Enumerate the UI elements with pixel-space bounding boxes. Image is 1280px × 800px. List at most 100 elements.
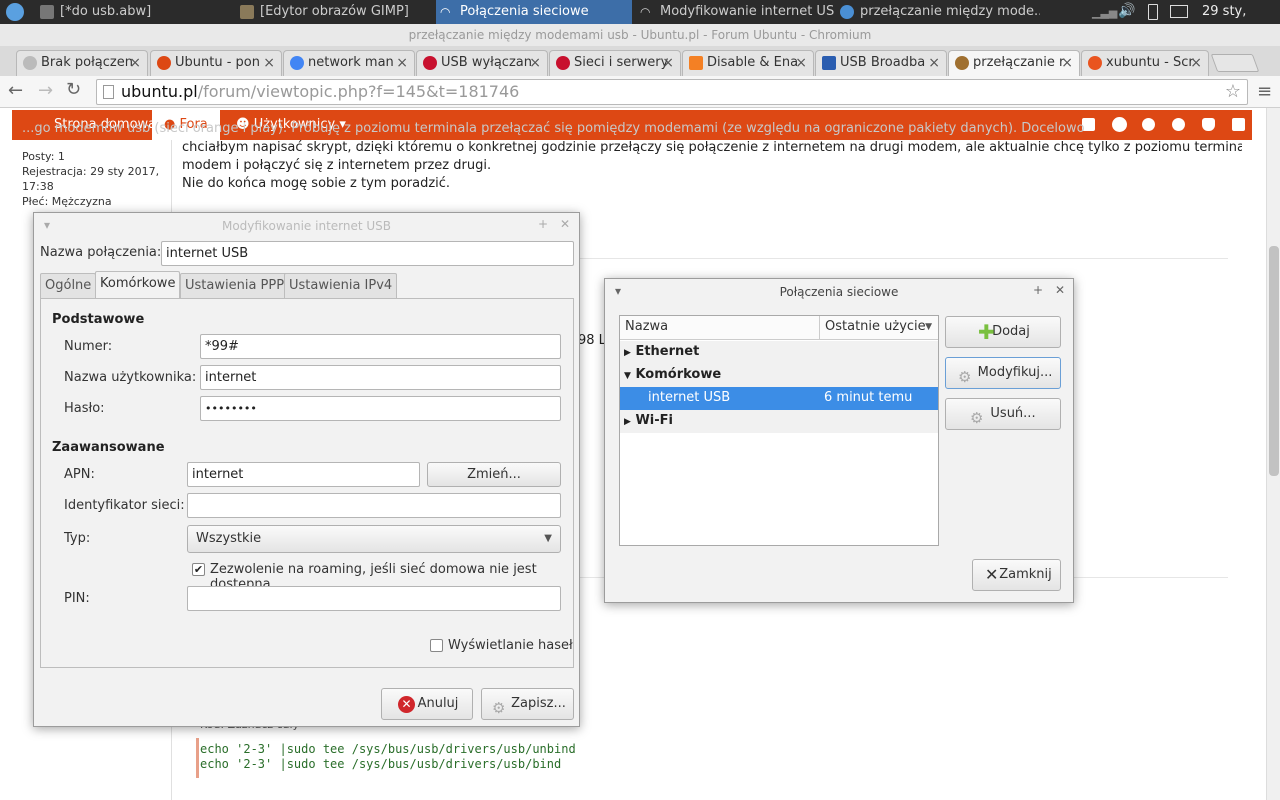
- network-id-input[interactable]: [187, 493, 561, 518]
- wrench-icon: ⚙: [492, 699, 506, 717]
- address-bar[interactable]: ubuntu.pl/forum/viewtopic.php?f=145&t=18…: [96, 79, 1248, 105]
- tab-ppp[interactable]: Ustawienia PPP: [180, 273, 290, 299]
- password-label: Hasło:: [64, 401, 105, 416]
- dialog-title: Modyfikowanie internet USB: [221, 219, 392, 233]
- forum-icon: [955, 56, 969, 70]
- wrench-icon: ⚙: [958, 368, 972, 386]
- close-icon[interactable]: ×: [529, 51, 541, 75]
- tab-8-active[interactable]: przełączanie r ×: [948, 50, 1080, 76]
- pin-input[interactable]: [187, 586, 561, 611]
- close-x-icon: ✕: [985, 565, 999, 584]
- connection-name: internet USB: [648, 390, 731, 405]
- battery-icon[interactable]: [1148, 4, 1158, 20]
- change-apn-button[interactable]: Zmień...: [427, 462, 561, 487]
- menu-icon[interactable]: ≡: [1257, 81, 1272, 102]
- edit-button[interactable]: ⚙ Modyfikuj...: [945, 357, 1061, 389]
- close-icon[interactable]: ×: [1190, 51, 1202, 75]
- page-scrollbar[interactable]: [1266, 108, 1280, 800]
- expand-right-icon: ▶: [624, 417, 631, 427]
- username-input[interactable]: internet: [200, 365, 561, 390]
- tab-ipv4[interactable]: Ustawienia IPv4: [284, 273, 398, 299]
- task-chromium[interactable]: przełączanie między mode...: [836, 0, 1040, 24]
- save-button[interactable]: ⚙ Zapisz...: [481, 688, 574, 720]
- task-abiword[interactable]: [*do usb.abw]: [36, 0, 232, 24]
- delete-button[interactable]: ⚙ Usuń...: [945, 398, 1061, 430]
- apn-label: APN:: [64, 467, 95, 482]
- post-text-line-0: ...go modemów usb (sieci orange i play).…: [22, 121, 1085, 136]
- window-menu-icon[interactable]: ▾: [615, 284, 621, 298]
- close-icon[interactable]: ×: [396, 51, 408, 75]
- number-label: Numer:: [64, 339, 113, 354]
- chromium-icon: [840, 5, 854, 19]
- task-gimp[interactable]: [Edytor obrazów GIMP]: [236, 0, 432, 24]
- xfce-menu-icon[interactable]: [6, 3, 24, 21]
- close-icon[interactable]: ×: [1061, 51, 1073, 75]
- tab-1[interactable]: Brak połączen ×: [16, 50, 148, 76]
- tab-2[interactable]: Ubuntu - pon ×: [150, 50, 282, 76]
- stick-icon[interactable]: +: [1033, 283, 1043, 297]
- close-icon[interactable]: ×: [662, 51, 674, 75]
- new-tab-button[interactable]: [1210, 54, 1260, 72]
- forward-arrow-icon[interactable]: →: [38, 80, 53, 101]
- tab-general[interactable]: Ogólne: [40, 273, 97, 299]
- close-icon[interactable]: ×: [263, 51, 275, 75]
- group-mobile[interactable]: ▼ Komórkowe: [620, 364, 938, 387]
- add-button[interactable]: ✚ Dodaj: [945, 316, 1061, 348]
- url-path: /forum/viewtopic.php?f=145&t=181746: [197, 82, 520, 101]
- sort-down-icon: ▼: [925, 322, 932, 332]
- show-passwords-checkbox[interactable]: [430, 639, 443, 652]
- roaming-checkbox[interactable]: ✔: [192, 563, 205, 576]
- pin-label: PIN:: [64, 591, 90, 606]
- connections-list[interactable]: Nazwa Ostatnie użycie ▼ ▶ Ethernet ▼ Komó…: [619, 315, 939, 546]
- tab-4[interactable]: USB wyłączan ×: [416, 50, 548, 76]
- cancel-button[interactable]: ✕ Anuluj: [381, 688, 473, 720]
- type-select[interactable]: Wszystkie ▼: [187, 525, 561, 553]
- document-icon: [40, 5, 54, 19]
- apn-input[interactable]: internet: [187, 462, 420, 487]
- tab-5[interactable]: Sieci i serwery ×: [549, 50, 681, 76]
- close-icon[interactable]: ×: [129, 51, 141, 75]
- wifi-icon: ◠: [440, 5, 451, 19]
- connection-row-selected[interactable]: internet USB 6 minut temu: [620, 387, 938, 410]
- browser-toolbar: ← → ↻ ubuntu.pl/forum/viewtopic.php?f=14…: [0, 76, 1280, 108]
- close-icon[interactable]: ×: [928, 51, 940, 75]
- show-passwords-label: Wyświetlanie haseł: [448, 638, 573, 653]
- back-arrow-icon[interactable]: ←: [8, 80, 23, 101]
- network-connections-dialog: Połączenia sieciowe ▾ + ✕ Nazwa Ostatnie…: [604, 278, 1074, 603]
- bookmark-star-icon[interactable]: ☆: [1225, 80, 1241, 104]
- task-edit-connection[interactable]: ◠ Modyfikowanie internet USB: [636, 0, 834, 24]
- author-sex: Płeć: Mężczyzna: [22, 195, 112, 208]
- window-menu-icon[interactable]: ▾: [44, 218, 50, 232]
- password-input[interactable]: ••••••••: [200, 396, 561, 421]
- column-header-name[interactable]: Nazwa: [620, 316, 820, 340]
- connection-last-used: 6 minut temu: [824, 390, 913, 405]
- close-button[interactable]: ✕ Zamknij: [972, 559, 1061, 591]
- mail-icon[interactable]: [1170, 5, 1188, 18]
- volume-icon[interactable]: 🔊: [1118, 3, 1135, 19]
- browser-window-title: przełączanie między modemami usb - Ubunt…: [0, 24, 1280, 46]
- cancel-icon: ✕: [398, 696, 415, 713]
- tab-3[interactable]: network man ×: [283, 50, 415, 76]
- group-ethernet[interactable]: ▶ Ethernet: [620, 341, 938, 364]
- code-line-1: echo '2-3' |sudo tee /sys/bus/usb/driver…: [200, 742, 576, 756]
- wifi-icon: ◠: [640, 5, 651, 19]
- close-icon[interactable]: ✕: [560, 217, 570, 231]
- scrollbar-thumb[interactable]: [1269, 246, 1279, 476]
- top-panel: [*do usb.abw] [Edytor obrazów GIMP] ◠ Poł…: [0, 0, 1280, 43]
- close-icon[interactable]: ×: [795, 51, 807, 75]
- tab-7[interactable]: USB Broadba ×: [815, 50, 947, 76]
- close-icon[interactable]: ✕: [1055, 283, 1065, 297]
- network-signal-icon[interactable]: ▁▃▅: [1092, 6, 1117, 19]
- reload-icon[interactable]: ↻: [66, 79, 81, 100]
- page-icon: [103, 85, 114, 99]
- connection-name-input[interactable]: internet USB: [161, 241, 574, 266]
- group-wifi[interactable]: ▶ Wi-Fi: [620, 410, 938, 433]
- number-input[interactable]: *99#: [200, 334, 561, 359]
- tab-6[interactable]: Disable & Ena ×: [682, 50, 814, 76]
- stick-icon[interactable]: +: [538, 217, 548, 231]
- task-network-connections[interactable]: ◠ Połączenia sieciowe: [436, 0, 632, 24]
- debian-icon: [423, 56, 437, 70]
- tab-9[interactable]: xubuntu - Scr ×: [1081, 50, 1209, 76]
- tab-mobile[interactable]: Komórkowe: [95, 271, 181, 299]
- column-header-last-used[interactable]: Ostatnie użycie ▼: [820, 316, 938, 340]
